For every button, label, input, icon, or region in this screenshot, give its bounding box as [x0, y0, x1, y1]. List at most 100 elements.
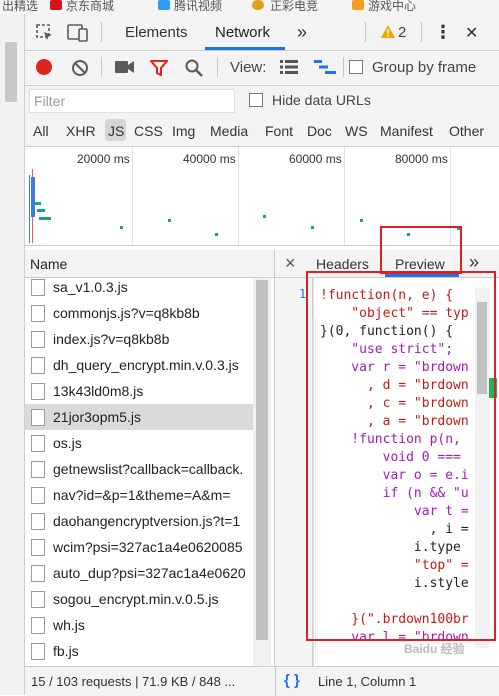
- type-ws[interactable]: WS: [345, 123, 368, 139]
- jd-icon: [50, 0, 62, 10]
- timeline-dot: [120, 226, 123, 229]
- list-item[interactable]: fb.js: [25, 638, 255, 664]
- request-name: index.js?v=q8kb8b: [53, 331, 170, 347]
- file-icon: [31, 383, 45, 400]
- close-devtools-icon[interactable]: ✕: [465, 23, 478, 43]
- tab-elements[interactable]: Elements: [125, 24, 188, 41]
- type-img[interactable]: Img: [172, 123, 195, 139]
- request-name: getnewslist?callback=callback.: [53, 461, 244, 477]
- type-all[interactable]: All: [33, 123, 49, 139]
- type-media[interactable]: Media: [210, 123, 248, 139]
- tab-network[interactable]: Network: [215, 24, 270, 41]
- esports-icon: [252, 0, 264, 10]
- file-icon: [31, 357, 45, 374]
- timeline-dot: [168, 219, 171, 222]
- bookmark-5[interactable]: 游戏中心: [368, 0, 416, 14]
- list-item[interactable]: os.js: [25, 430, 255, 456]
- clear-icon[interactable]: [71, 59, 89, 82]
- timeline-bars: [31, 177, 35, 217]
- list-item[interactable]: wcim?psi=327ac1a4e0620085: [25, 534, 255, 560]
- divider: [275, 667, 276, 696]
- close-detail-icon[interactable]: ×: [285, 253, 296, 274]
- warning-count[interactable]: 2: [398, 24, 406, 41]
- request-name: commonjs.js?v=q8kb8b: [53, 305, 200, 321]
- active-tab-indicator: [205, 47, 285, 50]
- request-name: 13k43ld0m8.js: [53, 383, 144, 399]
- gridline: [238, 147, 239, 245]
- tab-headers[interactable]: Headers: [316, 256, 369, 272]
- list-item[interactable]: sogou_encrypt.min.v.0.5.js: [25, 586, 255, 612]
- list-item[interactable]: dh_query_encrypt.min.v.0.3.js: [25, 352, 255, 378]
- list-item[interactable]: commonjs.js?v=q8kb8b: [25, 300, 255, 326]
- more-detail-tabs-button[interactable]: »: [469, 252, 479, 273]
- devtools-tabbar: Elements Network » 2 ⋮ ✕: [25, 14, 499, 51]
- tencent-video-icon: [158, 0, 170, 10]
- group-by-frame-checkbox[interactable]: [349, 60, 363, 74]
- request-name: sa_v1.0.3.js: [53, 279, 128, 295]
- tick-label: 40000 ms: [183, 152, 236, 166]
- type-xhr[interactable]: XHR: [66, 123, 96, 139]
- bookmark-4[interactable]: 正彩电竞: [270, 0, 318, 14]
- request-list-scrollbar[interactable]: [253, 278, 271, 666]
- list-item[interactable]: sa_v1.0.3.js: [25, 278, 255, 300]
- tick-label: 60000 ms: [289, 152, 342, 166]
- type-js[interactable]: JS: [108, 123, 124, 139]
- list-item[interactable]: nav?id=&p=1&theme=A&m=: [25, 482, 255, 508]
- game-center-icon: [352, 0, 364, 10]
- request-list: sa_v1.0.3.js commonjs.js?v=q8kb8b index.…: [25, 278, 275, 666]
- cursor-position: Line 1, Column 1: [318, 674, 417, 689]
- request-name: wh.js: [53, 617, 85, 633]
- file-icon: [31, 435, 45, 452]
- name-column-header[interactable]: Name: [25, 250, 275, 278]
- page-scrollbar-thumb[interactable]: [5, 42, 17, 102]
- warning-icon[interactable]: [381, 25, 395, 43]
- waterfall-icon[interactable]: [314, 60, 336, 79]
- file-icon: [31, 617, 45, 634]
- filter-icon[interactable]: [148, 59, 170, 82]
- large-rows-icon[interactable]: [280, 60, 298, 79]
- bookmarks-bar: 出精选 京东商城 腾讯视频 正彩电竞 游戏中心: [0, 0, 499, 14]
- bookmark-1[interactable]: 出精选: [2, 0, 38, 14]
- list-item[interactable]: getnewslist?callback=callback.: [25, 456, 255, 482]
- file-icon: [31, 643, 45, 660]
- type-manifest[interactable]: Manifest: [380, 123, 433, 139]
- pretty-print-icon[interactable]: { }: [284, 672, 300, 689]
- divider: [343, 57, 344, 77]
- hide-data-urls-checkbox[interactable]: [249, 93, 263, 107]
- timeline-dot: [37, 209, 45, 212]
- timeline-dot: [360, 219, 363, 222]
- file-icon: [31, 591, 45, 608]
- request-name: nav?id=&p=1&theme=A&m=: [53, 487, 231, 503]
- type-font[interactable]: Font: [265, 123, 293, 139]
- menu-icon[interactable]: ⋮: [434, 22, 452, 43]
- bookmark-3[interactable]: 腾讯视频: [174, 0, 222, 14]
- inspect-element-icon[interactable]: [35, 23, 55, 48]
- list-item[interactable]: auto_dup?psi=327ac1a4e0620: [25, 560, 255, 586]
- screenshot-icon[interactable]: [115, 60, 135, 79]
- request-list-scrollbar-thumb[interactable]: [256, 280, 268, 640]
- file-icon: [31, 305, 45, 322]
- more-tabs-button[interactable]: »: [297, 22, 307, 43]
- page-scrollbar[interactable]: [0, 14, 25, 695]
- file-icon: [31, 539, 45, 556]
- list-item[interactable]: 13k43ld0m8.js: [25, 378, 255, 404]
- timeline-dot: [311, 226, 314, 229]
- list-item[interactable]: wh.js: [25, 612, 255, 638]
- type-css[interactable]: CSS: [134, 123, 163, 139]
- search-icon[interactable]: [185, 59, 203, 82]
- record-icon[interactable]: [36, 59, 52, 75]
- group-by-frame-label: Group by frame: [372, 59, 477, 76]
- request-name: sogou_encrypt.min.v.0.5.js: [53, 591, 219, 607]
- view-label: View:: [230, 59, 267, 76]
- type-doc[interactable]: Doc: [307, 123, 332, 139]
- filter-row: Filter Hide data URLs: [25, 86, 499, 116]
- file-icon: [31, 331, 45, 348]
- file-icon: [31, 461, 45, 478]
- list-item[interactable]: daohangencryptversion.js?t=1: [25, 508, 255, 534]
- bookmark-2[interactable]: 京东商城: [66, 0, 114, 14]
- device-toolbar-icon[interactable]: [67, 23, 89, 48]
- type-other[interactable]: Other: [449, 123, 484, 139]
- list-item-selected[interactable]: 21jor3opm5.js: [25, 404, 255, 430]
- list-item[interactable]: index.js?v=q8kb8b: [25, 326, 255, 352]
- filter-input[interactable]: Filter: [29, 89, 235, 113]
